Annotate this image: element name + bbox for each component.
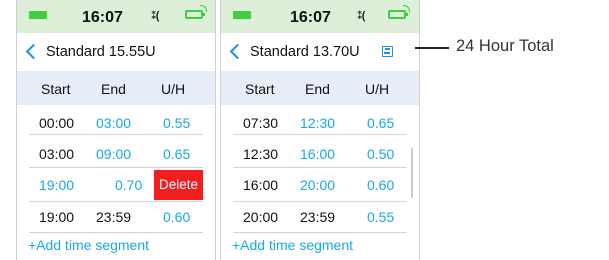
battery-charge-icon	[233, 11, 251, 19]
end-time[interactable]: 16:00	[300, 146, 335, 162]
callout-line	[415, 47, 449, 49]
phone-screen-left: 16:07 ⁑( Standard 15.55U Start End U/H 0…	[16, 0, 216, 260]
column-header-end: End	[101, 81, 126, 97]
column-header-uh: U/H	[365, 81, 390, 97]
end-time[interactable]: 20:00	[300, 177, 335, 193]
add-time-segment-button[interactable]: +Add time segment	[232, 237, 353, 253]
end-time: 23:59	[300, 209, 336, 225]
column-header-start: Start	[41, 81, 71, 97]
battery-charge-icon	[29, 11, 47, 19]
bluetooth-icon: ⁑(	[357, 10, 365, 22]
end-time: 23:59	[96, 209, 132, 225]
save-icon[interactable]	[382, 46, 393, 57]
column-header-start: Start	[245, 81, 275, 97]
units-per-hour[interactable]: 0.55	[367, 209, 394, 225]
table-header: Start End U/H	[17, 71, 215, 105]
title-bar: Standard 15.55U	[17, 33, 215, 71]
status-bar: 16:07 ⁑(	[221, 0, 419, 33]
clock: 16:07	[290, 9, 331, 26]
end-time[interactable]: 09:00	[96, 146, 131, 162]
table-header: Start End U/H	[221, 71, 419, 105]
row-divider	[233, 232, 407, 233]
units-per-hour[interactable]: 0.55	[163, 115, 190, 131]
units-per-hour[interactable]: 0.65	[163, 146, 190, 162]
add-time-segment-button[interactable]: +Add time segment	[28, 237, 149, 253]
row-divider	[29, 232, 203, 233]
back-chevron-icon[interactable]	[25, 43, 42, 60]
battery-outline-icon	[388, 5, 410, 19]
page-title: Standard 13.70U	[250, 44, 360, 60]
bluetooth-icon: ⁑(	[151, 10, 159, 22]
title-bar: Standard 13.70U	[221, 33, 419, 71]
end-time[interactable]: 12:30	[300, 115, 335, 131]
start-time: 19:00	[39, 209, 75, 225]
table-row[interactable]: 20:00 23:59 0.55	[221, 199, 419, 235]
row-divider	[233, 134, 407, 135]
units-per-hour[interactable]: 0.60	[367, 177, 394, 193]
scrollbar[interactable]	[411, 148, 413, 198]
status-bar: 16:07 ⁑(	[17, 0, 215, 33]
start-time: 03:00	[39, 146, 75, 162]
battery-outline-icon	[185, 5, 207, 19]
row-divider	[29, 134, 203, 135]
table-row[interactable]: 19:00 23:59 0.60	[17, 199, 215, 235]
delete-button[interactable]: Delete	[154, 170, 203, 200]
page: 16:07 ⁑( Standard 15.55U Start End U/H 0…	[0, 0, 609, 260]
start-time: 00:00	[39, 115, 75, 131]
table-row-swiped[interactable]: 0 19:00 0.70 Delete	[17, 167, 215, 203]
table-row[interactable]: 16:00 20:00 0.60	[221, 167, 419, 203]
column-header-end: End	[305, 81, 330, 97]
start-time: 12:30	[243, 146, 279, 162]
back-chevron-icon[interactable]	[229, 43, 246, 60]
clock: 16:07	[82, 9, 123, 26]
start-time: 07:30	[243, 115, 279, 131]
units-per-hour[interactable]: 0.65	[367, 115, 394, 131]
units-per-hour[interactable]: 0.70	[115, 177, 142, 193]
end-time[interactable]: 19:00	[39, 177, 74, 193]
units-per-hour[interactable]: 0.60	[163, 209, 190, 225]
units-per-hour[interactable]: 0.50	[367, 146, 394, 162]
column-header-uh: U/H	[161, 81, 186, 97]
phone-screen-right: 16:07 ⁑( Standard 13.70U Start End U/H 0…	[220, 0, 420, 260]
start-time: 16:00	[243, 177, 279, 193]
callout-label: 24 Hour Total	[456, 37, 554, 55]
start-time: 20:00	[243, 209, 279, 225]
page-title: Standard 15.55U	[46, 44, 156, 60]
end-time[interactable]: 03:00	[96, 115, 131, 131]
